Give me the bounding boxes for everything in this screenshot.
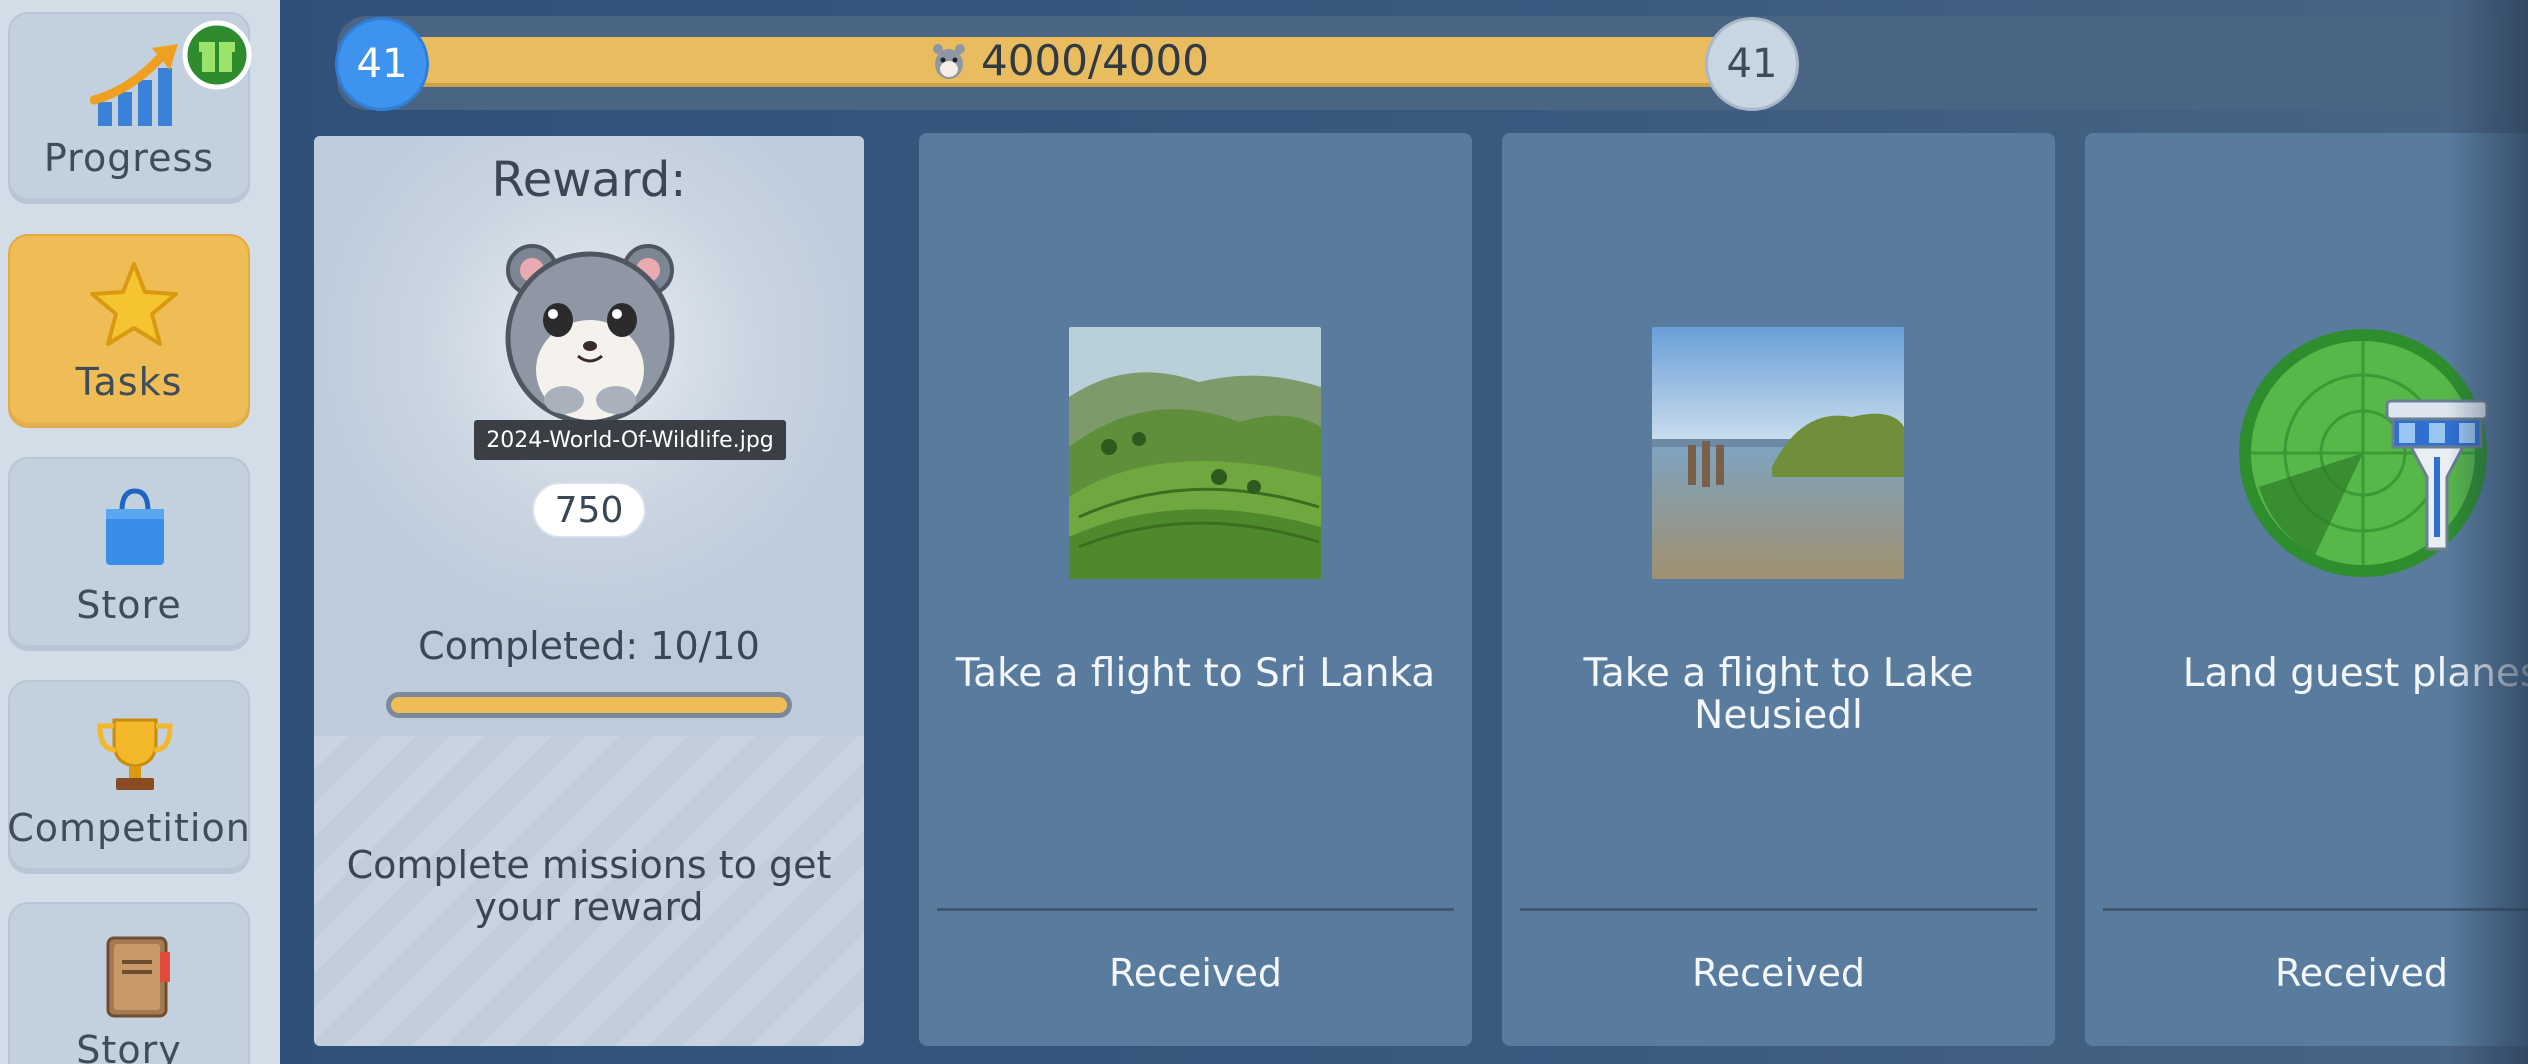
reward-description: Complete missions to get your reward [346, 843, 832, 929]
card-divider [1520, 908, 2037, 911]
hamster-icon [505, 244, 675, 425]
task-title: Take a flight to Lake Neusiedl [1583, 651, 1974, 738]
book-icon [106, 936, 170, 1018]
gift-icon [182, 20, 252, 90]
reward-title: Reward: [491, 152, 687, 208]
task-card[interactable]: Take a flight to Lake Neusiedl Received [1502, 133, 2055, 1046]
sidebar-item-label: Progress [43, 136, 215, 180]
reward-progress-bar [386, 692, 792, 718]
current-level-badge: 41 [335, 17, 429, 111]
xp-readout: 4000/4000 [380, 35, 1760, 85]
next-level-badge: 41 [1705, 17, 1799, 111]
sidebar-item-story[interactable]: Story [8, 902, 250, 1064]
task-status: Received [1109, 951, 1282, 995]
card-divider [937, 908, 1454, 911]
sidebar-item-competition[interactable]: Competition [7, 680, 251, 874]
sidebar-item-label: Store [76, 583, 182, 627]
star-icon [90, 262, 178, 346]
sidebar-item-tasks[interactable]: Tasks [8, 234, 250, 428]
reward-panel: Reward: 2024-World-Of-Wildlife.jpg 750 C… [314, 136, 864, 1046]
sidebar: Progress Tasks Store Competition Story [0, 0, 280, 1064]
sidebar-item-label: Tasks [75, 360, 183, 404]
tea-plantation-photo [1069, 327, 1321, 579]
sidebar-item-label: Story [76, 1028, 182, 1064]
task-title: Take a flight to Sri Lanka [955, 651, 1436, 696]
progress-chart-icon [90, 44, 178, 126]
trophy-icon [97, 718, 173, 790]
shopping-bag-icon [106, 488, 164, 565]
completed-count: Completed: 10/10 [418, 624, 760, 668]
task-status: Received [1692, 951, 1865, 995]
xp-value: 4000/4000 [981, 35, 1209, 85]
sidebar-item-progress[interactable]: Progress [8, 12, 252, 204]
scroll-fade [2448, 0, 2528, 1064]
image-filename-tooltip: 2024-World-Of-Wildlife.jpg [474, 420, 786, 460]
hamster-icon [933, 44, 966, 79]
sidebar-item-store[interactable]: Store [8, 457, 250, 651]
xp-progress-bar: 4000/4000 [380, 35, 1760, 87]
task-card[interactable]: Take a flight to Sri Lanka Received [919, 133, 1472, 1046]
sidebar-item-label: Competition [7, 806, 251, 850]
reward-amount: 750 [532, 482, 646, 538]
reward-progress-fill [391, 697, 787, 713]
lake-photo [1652, 327, 1904, 579]
